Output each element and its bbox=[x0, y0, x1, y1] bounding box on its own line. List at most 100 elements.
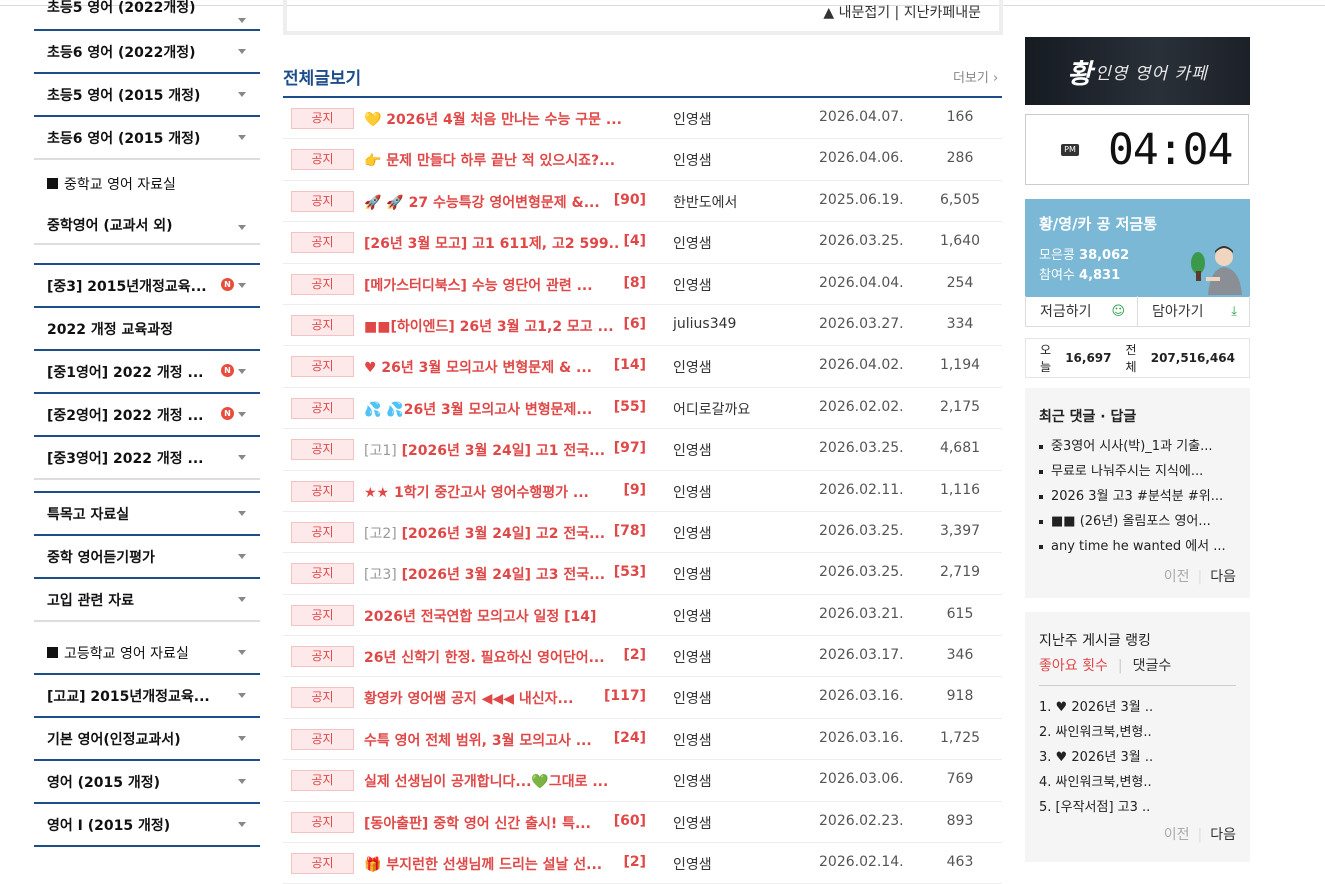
list-item[interactable]: 1. ♥ 2026년 3월 .. bbox=[1039, 696, 1153, 721]
post-title-link[interactable]: ♥ 26년 3월 모의고사 변형문제 & ... [14] bbox=[364, 357, 646, 377]
post-author[interactable]: 인영샘 bbox=[673, 688, 712, 708]
chevron-down-icon[interactable] bbox=[238, 412, 246, 417]
sidebar-item[interactable]: 영어 (2015 개정) bbox=[34, 761, 260, 804]
post-title-link[interactable]: 26년 신학기 한정. 필요하신 영어단어... [2] bbox=[364, 647, 646, 667]
table-row[interactable]: 공지 🎁 부지런한 선생님께 드리는 설날 선... [2] 인영샘 2026.02.1… bbox=[283, 843, 1002, 884]
chevron-down-icon[interactable] bbox=[238, 511, 246, 516]
post-title-link[interactable]: [고1] [2026년 3월 24일] 고1 전국... [97] bbox=[364, 440, 646, 460]
post-author[interactable]: 인영샘 bbox=[673, 523, 712, 543]
post-title-link[interactable]: [메가스터디북스] 수능 영단어 관련 ... [8] bbox=[364, 274, 646, 295]
post-title-link[interactable]: 💦 💦26년 3월 모의고사 변형문제... [55] bbox=[364, 398, 646, 419]
post-title-link[interactable]: 🚀 🚀 27 수능특강 영어변형문제 &... [90] bbox=[364, 191, 646, 212]
sidebar-section-middle[interactable]: 중학교 영어 자료실 bbox=[34, 160, 260, 207]
list-item[interactable]: 2026 3월 고3 #분석분 #위... bbox=[1039, 485, 1226, 510]
list-item[interactable]: 2. 싸인워크북,변형.. bbox=[1039, 721, 1153, 746]
board-title[interactable]: 전체글보기 bbox=[283, 64, 361, 89]
comment-count[interactable]: [117] bbox=[599, 688, 646, 705]
chevron-down-icon[interactable] bbox=[238, 369, 246, 374]
post-author[interactable]: 인영샘 bbox=[673, 440, 712, 460]
table-row[interactable]: 공지 실제 선생님이 공개합니다...💚그대로 ... 인영샘 2026.03.06.… bbox=[283, 760, 1002, 802]
post-title-link[interactable]: 2026년 전국연합 모의고사 일정 [14] bbox=[364, 606, 646, 626]
table-row[interactable]: 공지 황영카 영어쌤 공지 ◀◀◀ 내신자... [117] 인영샘 2026.03.1… bbox=[283, 677, 1002, 719]
comment-count[interactable]: [2] bbox=[619, 647, 646, 664]
comment-count[interactable]: [78] bbox=[609, 522, 646, 539]
sidebar-item[interactable]: 초등5 영어 (2015 개정) bbox=[34, 74, 260, 117]
comment-count[interactable]: [24] bbox=[609, 729, 646, 746]
sidebar-item[interactable]: [중1영어] 2022 개정 ... N bbox=[34, 351, 260, 394]
chevron-down-icon[interactable] bbox=[238, 18, 246, 23]
table-row[interactable]: 공지 2026년 전국연합 모의고사 일정 [14] 인영샘 2026.03.21. 6… bbox=[283, 595, 1002, 637]
comment-count[interactable]: [9] bbox=[619, 481, 646, 498]
chevron-down-icon[interactable] bbox=[238, 597, 246, 602]
list-item[interactable]: any time he wanted 에서 ... bbox=[1039, 535, 1226, 560]
post-author[interactable]: 인영샘 bbox=[673, 647, 712, 667]
list-item[interactable]: 무료로 나눠주시는 지식에... bbox=[1039, 460, 1226, 485]
table-row[interactable]: 공지 [동아출판] 중학 영어 신간 출시! 특... [60] 인영샘 2026.02… bbox=[283, 802, 1002, 844]
post-title-link[interactable]: 💛 2026년 4월 처음 만나는 수능 구문 ... bbox=[364, 109, 646, 129]
table-row[interactable]: 공지 [고3] [2026년 3월 24일] 고3 전국... [53] 인영샘 202… bbox=[283, 553, 1002, 595]
post-title-link[interactable]: ★★ 1학기 중간고사 영어수행평가 ... [9] bbox=[364, 481, 646, 502]
post-author[interactable]: 인영샘 bbox=[673, 482, 712, 502]
post-title-link[interactable]: [26년 3월 모고] 고1 611제, 고2 599... [4] bbox=[364, 233, 646, 253]
comment-count[interactable]: [6] bbox=[619, 315, 646, 332]
tab-comments[interactable]: 댓글수 bbox=[1133, 658, 1172, 674]
post-title-link[interactable]: 황영카 영어쌤 공지 ◀◀◀ 내신자... [117] bbox=[364, 688, 646, 708]
list-item[interactable]: 4. 싸인워크북,변형.. bbox=[1039, 771, 1153, 796]
table-row[interactable]: 공지 ♥ 26년 3월 모의고사 변형문제 & ... [14] 인영샘 2026.04… bbox=[283, 346, 1002, 388]
post-title-link[interactable]: [고3] [2026년 3월 24일] 고3 전국... [53] bbox=[364, 564, 646, 584]
table-row[interactable]: 공지 수특 영어 전체 범위, 3월 모의고사 ... [24] 인영샘 2026.03… bbox=[283, 719, 1002, 761]
comment-count[interactable]: [55] bbox=[609, 398, 646, 415]
chevron-down-icon[interactable] bbox=[238, 455, 246, 460]
prev-button[interactable]: 이전 bbox=[1164, 827, 1190, 843]
table-row[interactable]: 공지 [고1] [2026년 3월 24일] 고1 전국... [97] 인영샘 202… bbox=[283, 429, 1002, 471]
sidebar-item[interactable]: 영어 I (2015 개정) bbox=[34, 804, 260, 847]
sidebar-item[interactable]: [중3] 2015년개정교육... N bbox=[34, 265, 260, 308]
more-link[interactable]: 더보기 › bbox=[953, 67, 998, 86]
list-item[interactable]: ■■ (26년) 올림포스 영어... bbox=[1039, 510, 1226, 535]
save-button[interactable]: 저금하기 ☺ bbox=[1026, 296, 1138, 326]
post-title-link[interactable]: ■■[하이엔드] 26년 3월 고1,2 모고 ... [6] bbox=[364, 315, 646, 336]
comment-count[interactable]: [14] bbox=[609, 357, 646, 374]
list-item[interactable]: 5. [우작서점] 고3 .. bbox=[1039, 796, 1153, 821]
post-title-link[interactable]: 🎁 부지런한 선생님께 드리는 설날 선... [2] bbox=[364, 854, 646, 874]
table-row[interactable]: 공지 [26년 3월 모고] 고1 611제, 고2 599... [4] 인영샘 20… bbox=[283, 222, 1002, 264]
post-author[interactable]: 인영샘 bbox=[673, 606, 712, 626]
comment-count[interactable]: [60] bbox=[609, 812, 646, 829]
post-author[interactable]: 인영샘 bbox=[673, 813, 712, 833]
comment-count[interactable]: [90] bbox=[609, 191, 646, 208]
chevron-down-icon[interactable] bbox=[238, 225, 246, 230]
post-title-link[interactable]: [고2] [2026년 3월 24일] 고2 전국... [78] bbox=[364, 522, 646, 543]
chevron-down-icon[interactable] bbox=[238, 554, 246, 559]
post-author[interactable]: 인영샘 bbox=[673, 854, 712, 874]
sidebar-item[interactable]: 초등6 영어 (2022개정) bbox=[34, 31, 260, 74]
comment-count[interactable]: [97] bbox=[609, 440, 646, 457]
sidebar-item[interactable]: [중2영어] 2022 개정 ... N bbox=[34, 394, 260, 437]
table-row[interactable]: 공지 26년 신학기 한정. 필요하신 영어단어... [2] 인영샘 2026.03.… bbox=[283, 636, 1002, 678]
table-row[interactable]: 공지 ■■[하이엔드] 26년 3월 고1,2 모고 ... [6] julius34… bbox=[283, 305, 1002, 347]
chevron-down-icon[interactable] bbox=[238, 650, 246, 655]
table-row[interactable]: 공지 💦 💦26년 3월 모의고사 변형문제... [55] 어디로갈까요 2026.0… bbox=[283, 388, 1002, 430]
post-author[interactable]: 인영샘 bbox=[673, 150, 712, 170]
bookmark-button[interactable]: 담아가기 ⤓ bbox=[1138, 296, 1249, 326]
table-row[interactable]: 공지 👉 문제 만들다 하루 끝난 적 있으시죠?... 인영샘 2026.04.06… bbox=[283, 139, 1002, 181]
table-row[interactable]: 공지 [고2] [2026년 3월 24일] 고2 전국... [78] 인영샘 202… bbox=[283, 512, 1002, 554]
table-row[interactable]: 공지 💛 2026년 4월 처음 만나는 수능 구문 ... 인영샘 2026.04.… bbox=[283, 98, 1002, 140]
sidebar-item[interactable]: 2022 개정 교육과정 bbox=[34, 308, 260, 351]
sidebar-section-high[interactable]: 고등학교 영어 자료실 bbox=[34, 632, 260, 675]
table-row[interactable]: 공지 🚀 🚀 27 수능특강 영어변형문제 &... [90] 한반도에서 2025.0… bbox=[283, 181, 1002, 223]
comment-count[interactable]: [8] bbox=[619, 274, 646, 291]
post-author[interactable]: 인영샘 bbox=[673, 564, 712, 584]
sidebar-item[interactable]: 고입 관련 자료 bbox=[34, 579, 260, 622]
post-author[interactable]: 인영샘 bbox=[673, 730, 712, 750]
chevron-down-icon[interactable] bbox=[238, 693, 246, 698]
sidebar-item[interactable]: 중학영어 (교과서 외) bbox=[34, 207, 260, 245]
post-title-link[interactable]: [동아출판] 중학 영어 신간 출시! 특... [60] bbox=[364, 812, 646, 833]
post-author[interactable]: 인영샘 bbox=[673, 109, 712, 129]
sidebar-item[interactable]: 초등6 영어 (2015 개정) bbox=[34, 117, 260, 160]
sidebar-item[interactable]: [중3영어] 2022 개정 ... bbox=[34, 437, 260, 480]
chevron-down-icon[interactable] bbox=[238, 822, 246, 827]
sidebar-item[interactable]: [고교] 2015년개정교육... bbox=[34, 675, 260, 718]
post-title-link[interactable]: 👉 문제 만들다 하루 끝난 적 있으시죠?... bbox=[364, 150, 646, 170]
chevron-down-icon[interactable] bbox=[238, 736, 246, 741]
post-title-link[interactable]: 실제 선생님이 공개합니다...💚그대로 ... bbox=[364, 771, 646, 791]
